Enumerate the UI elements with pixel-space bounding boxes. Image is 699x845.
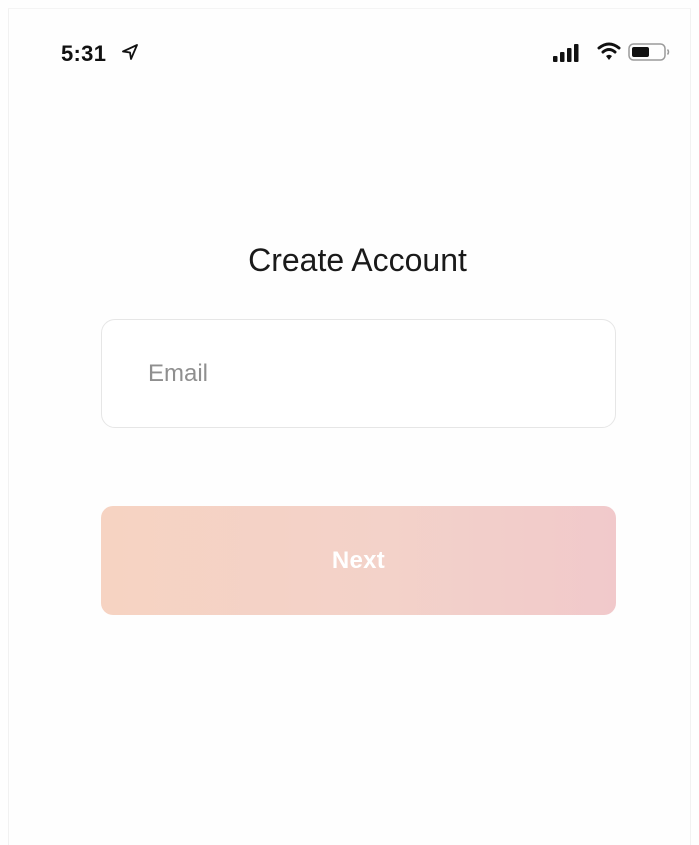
status-bar: 5:31 (0, 0, 699, 100)
status-time: 5:31 (61, 41, 107, 66)
next-button[interactable]: Next (101, 506, 616, 615)
email-field[interactable] (101, 319, 616, 428)
battery-icon (628, 43, 670, 61)
cellular-signal-icon (553, 44, 579, 62)
location-arrow-icon (122, 44, 138, 60)
page-title: Create Account (248, 242, 467, 278)
create-account-screen: 5:31 Create Account Next (0, 0, 699, 845)
wifi-icon (597, 42, 621, 60)
